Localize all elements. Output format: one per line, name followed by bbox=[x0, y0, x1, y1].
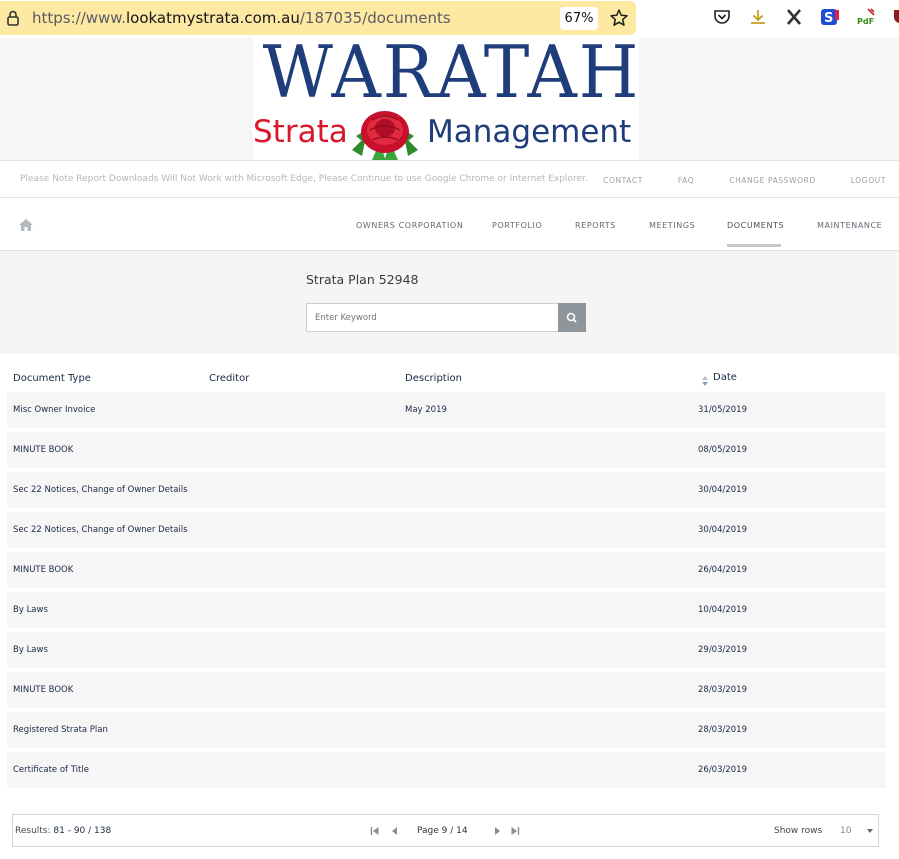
bookmark-star-icon[interactable] bbox=[609, 8, 629, 28]
nav-portfolio[interactable]: PORTFOLIO bbox=[492, 221, 542, 230]
logo-word-strata: Strata bbox=[253, 114, 348, 150]
nav-owners-corporation[interactable]: OWNERS CORPORATION bbox=[356, 221, 463, 230]
cell-document-type: MINUTE BOOK bbox=[13, 445, 74, 455]
logo-title: WARATAH bbox=[262, 30, 641, 114]
cell-date: 30/04/2019 bbox=[698, 485, 747, 495]
table-row[interactable]: Registered Strata Plan 28/03/2019 bbox=[7, 712, 886, 748]
previous-page-icon[interactable] bbox=[390, 826, 400, 836]
cell-document-type: Misc Owner Invoice bbox=[13, 405, 96, 415]
nav-reports[interactable]: REPORTS bbox=[575, 221, 616, 230]
table-row[interactable]: By Laws 29/03/2019 bbox=[7, 632, 886, 668]
logout-link[interactable]: LOGOUT bbox=[851, 176, 886, 185]
page-indicator: Page 9 / 14 bbox=[417, 826, 468, 836]
cell-date: 08/05/2019 bbox=[698, 445, 747, 455]
search-area: Strata Plan 52948 bbox=[0, 251, 899, 354]
cell-date: 10/04/2019 bbox=[698, 605, 747, 615]
cell-date: 31/05/2019 bbox=[698, 405, 747, 415]
cell-document-type: MINUTE BOOK bbox=[13, 565, 74, 575]
col-creditor[interactable]: Creditor bbox=[209, 373, 249, 384]
cell-document-type: Sec 22 Notices, Change of Owner Details bbox=[13, 525, 188, 535]
change-password-link[interactable]: CHANGE PASSWORD bbox=[729, 176, 816, 185]
home-icon[interactable] bbox=[19, 219, 33, 231]
table-row[interactable]: By Laws 10/04/2019 bbox=[7, 592, 886, 628]
lock-icon bbox=[7, 10, 19, 26]
rows-per-page-value: 10 bbox=[840, 826, 852, 836]
url-text: https://www.lookatmystrata.com.au/187035… bbox=[32, 9, 451, 27]
plan-title: Strata Plan 52948 bbox=[306, 272, 419, 287]
table-row[interactable]: MINUTE BOOK 28/03/2019 bbox=[7, 672, 886, 708]
browser-notice: Please Note Report Downloads Will Not Wo… bbox=[20, 174, 588, 184]
cell-date: 26/04/2019 bbox=[698, 565, 747, 575]
active-nav-indicator bbox=[727, 244, 781, 247]
waratah-flower-icon bbox=[352, 111, 418, 162]
cell-date: 29/03/2019 bbox=[698, 645, 747, 655]
faq-link[interactable]: FAQ bbox=[678, 176, 694, 185]
s-extension-icon[interactable]: S bbox=[820, 7, 840, 27]
first-page-icon[interactable] bbox=[370, 826, 380, 836]
svg-text:PdF: PdF bbox=[857, 17, 874, 26]
top-links: CONTACT FAQ CHANGE PASSWORD LOGOUT bbox=[568, 176, 886, 185]
download-icon[interactable] bbox=[748, 7, 768, 27]
show-rows-label: Show rows bbox=[774, 826, 823, 836]
table-row[interactable]: Certificate of Title 26/03/2019 bbox=[7, 752, 886, 788]
table-row[interactable]: Misc Owner Invoice May 2019 31/05/2019 bbox=[7, 392, 886, 428]
sort-icon[interactable] bbox=[701, 376, 709, 386]
keyword-search-input[interactable] bbox=[306, 303, 559, 332]
last-page-icon[interactable] bbox=[510, 826, 520, 836]
info-bar: Please Note Report Downloads Will Not Wo… bbox=[0, 160, 899, 198]
next-page-icon[interactable] bbox=[492, 826, 502, 836]
col-document-type[interactable]: Document Type bbox=[13, 373, 91, 384]
cell-date: 26/03/2019 bbox=[698, 765, 747, 775]
contact-link[interactable]: CONTACT bbox=[603, 176, 643, 185]
zoom-level-button[interactable]: 67% bbox=[560, 7, 598, 30]
cell-date: 28/03/2019 bbox=[698, 725, 747, 735]
rows-per-page-select[interactable]: 10 bbox=[838, 822, 878, 840]
col-description[interactable]: Description bbox=[405, 373, 462, 384]
pdf-extension-icon[interactable]: PdF bbox=[856, 7, 876, 27]
svg-text:S: S bbox=[824, 11, 833, 26]
table-row[interactable]: MINUTE BOOK 26/04/2019 bbox=[7, 552, 886, 588]
nav-documents[interactable]: DOCUMENTS bbox=[727, 221, 784, 230]
cell-document-type: By Laws bbox=[13, 605, 48, 615]
chevron-down-icon bbox=[867, 829, 873, 833]
cell-date: 28/03/2019 bbox=[698, 685, 747, 695]
cell-date: 30/04/2019 bbox=[698, 525, 747, 535]
table-row[interactable]: MINUTE BOOK 08/05/2019 bbox=[7, 432, 886, 468]
cell-description: May 2019 bbox=[405, 405, 447, 415]
col-date[interactable]: Date bbox=[713, 372, 737, 383]
table-row[interactable]: Sec 22 Notices, Change of Owner Details 3… bbox=[7, 472, 886, 508]
search-icon bbox=[566, 312, 577, 323]
nav-maintenance[interactable]: MAINTENANCE bbox=[817, 221, 882, 230]
shield-extension-icon[interactable] bbox=[892, 7, 899, 27]
results-count: Results: 81 - 90 / 138 bbox=[15, 826, 112, 836]
main-nav: OWNERS CORPORATION PORTFOLIO REPORTS MEE… bbox=[0, 198, 899, 251]
cell-document-type: Certificate of Title bbox=[13, 765, 89, 775]
table-row[interactable]: Sec 22 Notices, Change of Owner Details 3… bbox=[7, 512, 886, 548]
cell-document-type: MINUTE BOOK bbox=[13, 685, 74, 695]
cell-document-type: Registered Strata Plan bbox=[13, 725, 108, 735]
pagination-bar: Results: 81 - 90 / 138 Page 9 / 14 Show … bbox=[12, 814, 879, 847]
waratah-logo[interactable]: WARATAH Strata Management bbox=[253, 32, 639, 162]
x-extension-icon[interactable] bbox=[784, 7, 804, 27]
cell-document-type: By Laws bbox=[13, 645, 48, 655]
cell-document-type: Sec 22 Notices, Change of Owner Details bbox=[13, 485, 188, 495]
search-button[interactable] bbox=[558, 303, 586, 332]
nav-meetings[interactable]: MEETINGS bbox=[649, 221, 695, 230]
documents-table-header: Document Type Creditor Description Date bbox=[7, 366, 886, 392]
logo-word-management: Management bbox=[427, 114, 632, 150]
pocket-icon[interactable] bbox=[712, 7, 732, 27]
